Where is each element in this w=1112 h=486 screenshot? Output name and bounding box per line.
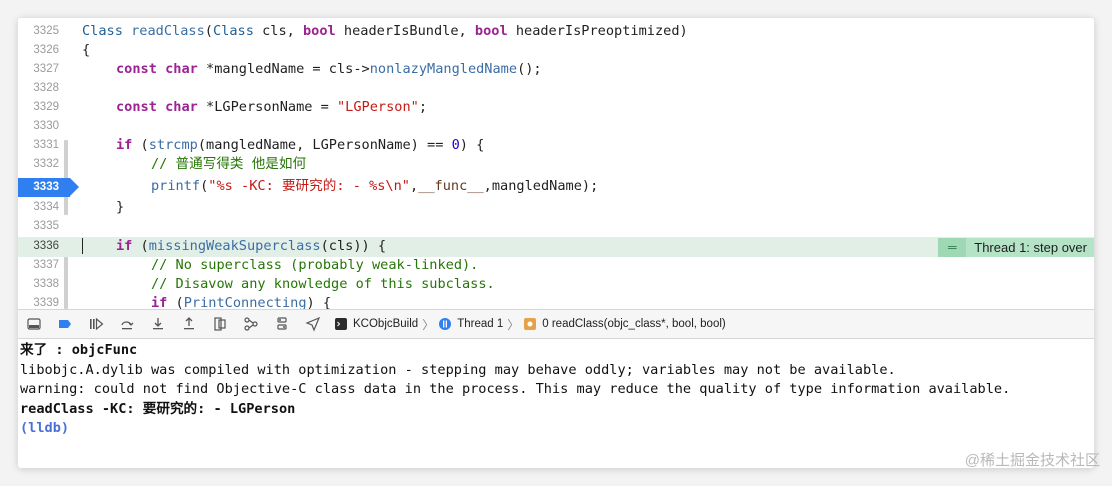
breakpoints-toggle-icon[interactable]: [49, 310, 80, 338]
code-line[interactable]: 3325 Class readClass(Class cls, bool hea…: [18, 22, 1094, 41]
continue-icon[interactable]: [80, 310, 111, 338]
line-number: 3325: [33, 25, 59, 37]
line-number: 3329: [33, 101, 59, 113]
code-line[interactable]: 3329 const char *LGPersonName = "LGPerso…: [18, 98, 1094, 117]
code-text: {: [82, 42, 91, 58]
line-number: 3333: [33, 181, 59, 193]
stack-frame-icon: [523, 317, 537, 331]
code-line[interactable]: 3330: [18, 117, 1094, 136]
console-line: readClass -KC: 要研究的: - LGPerson: [20, 400, 296, 417]
thread-badge-label: Thread 1: step over: [974, 240, 1087, 255]
breadcrumb-frame[interactable]: 0 readClass(objc_class*, bool, bool): [542, 318, 725, 330]
line-number: 3330: [33, 120, 59, 132]
line-number: 3338: [33, 278, 59, 290]
memory-graph-icon[interactable]: [235, 310, 266, 338]
text-cursor: [82, 238, 83, 254]
step-into-icon[interactable]: [142, 310, 173, 338]
line-number: 3328: [33, 82, 59, 94]
step-over-icon[interactable]: [111, 310, 142, 338]
line-number: 3336: [33, 240, 59, 252]
code-line[interactable]: 3328: [18, 79, 1094, 98]
environment-overrides-icon[interactable]: [266, 310, 297, 338]
code-comment: // 普通写得类 他是如何: [151, 156, 307, 172]
code-line[interactable]: 3338 // Disavow any knowledge of this su…: [18, 275, 1094, 294]
line-number: 3337: [33, 259, 59, 271]
lldb-prompt[interactable]: (lldb): [20, 419, 1094, 439]
breadcrumb-target[interactable]: KCObjcBuild: [353, 318, 418, 330]
code-text: }: [116, 199, 125, 215]
code-text: printf("%s -KC: 要研究的: - %s\n",__func__,m…: [151, 178, 599, 194]
code-line[interactable]: 3334 }: [18, 198, 1094, 217]
code-text: Class readClass(Class cls, bool headerIs…: [82, 23, 688, 39]
line-number: 3326: [33, 44, 59, 56]
chevron-right-icon: 〉: [507, 317, 520, 332]
current-line-highlight[interactable]: 3336 if (missingWeakSuperclass(cls)) { ═…: [18, 237, 1094, 257]
xcode-window: 3325 Class readClass(Class cls, bool hea…: [18, 18, 1094, 468]
code-line[interactable]: 3326 {: [18, 41, 1094, 60]
view-hierarchy-icon[interactable]: [204, 310, 235, 338]
code-text: if (missingWeakSuperclass(cls)) {: [116, 238, 387, 254]
code-line[interactable]: 3332 // 普通写得类 他是如何: [18, 155, 1094, 174]
code-text: if (PrintConnecting) {: [151, 295, 332, 309]
code-text: const char *LGPersonName = "LGPerson";: [116, 99, 428, 115]
terminal-icon: [334, 317, 348, 331]
console-line: warning: could not find Objective-C clas…: [20, 381, 1011, 397]
line-number: 3331: [33, 139, 59, 151]
thread-icon: [438, 317, 452, 331]
code-text: if (strcmp(mangledName, LGPersonName) ==…: [116, 137, 485, 153]
thread-step-badge[interactable]: ═ Thread 1: step over: [938, 238, 1094, 257]
simulate-location-icon[interactable]: [297, 310, 328, 338]
breadcrumb: KCObjcBuild 〉 Thread 1 〉 0 readClass(obj…: [334, 316, 726, 333]
code-text: const char *mangledName = cls->nonlazyMa…: [116, 61, 542, 77]
source-editor[interactable]: 3325 Class readClass(Class cls, bool hea…: [18, 18, 1094, 309]
console-line: libobjc.A.dylib was compiled with optimi…: [20, 361, 896, 378]
code-line[interactable]: 3327 const char *mangledName = cls->nonl…: [18, 60, 1094, 79]
line-number: 3332: [33, 158, 59, 170]
console-line: 来了 : objcFunc: [20, 342, 138, 358]
line-number: 3339: [33, 297, 59, 309]
code-comment: // Disavow any knowledge of this subclas…: [151, 276, 495, 292]
code-line[interactable]: 3333 printf("%s -KC: 要研究的: - %s\n",__fun…: [18, 177, 1094, 197]
code-line[interactable]: 3339 if (PrintConnecting) {: [18, 294, 1094, 309]
breadcrumb-thread[interactable]: Thread 1: [457, 318, 503, 330]
watermark: @稀土掘金技术社区: [964, 452, 1100, 469]
code-line[interactable]: 3331 if (strcmp(mangledName, LGPersonNam…: [18, 136, 1094, 155]
debug-bar: KCObjcBuild 〉 Thread 1 〉 0 readClass(obj…: [18, 309, 1094, 339]
breakpoint-arrow-icon: [70, 178, 79, 196]
chevron-right-icon: 〉: [422, 317, 435, 332]
code-line[interactable]: 3335: [18, 217, 1094, 236]
line-number: 3335: [33, 220, 59, 232]
step-out-icon[interactable]: [173, 310, 204, 338]
instruction-pointer-icon[interactable]: ═: [938, 238, 967, 257]
debug-console[interactable]: 来了 : objcFunc libobjc.A.dylib was compil…: [18, 339, 1094, 468]
code-comment: // No superclass (probably weak-linked).: [151, 257, 479, 273]
line-number: 3334: [33, 201, 59, 213]
line-number: 3327: [33, 63, 59, 75]
hide-debug-area-icon[interactable]: [18, 310, 49, 338]
code-line[interactable]: 3337 // No superclass (probably weak-lin…: [18, 256, 1094, 275]
